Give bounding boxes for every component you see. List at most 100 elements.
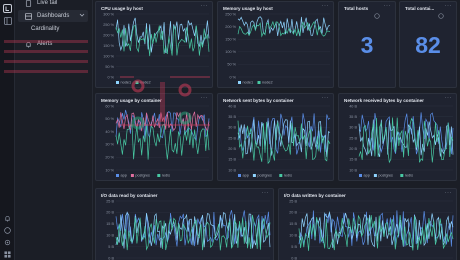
legend-label[interactable]: app [243,174,249,178]
y-tick-label: 20 B [106,211,114,215]
sidebar-item-alerts[interactable]: Alerts [18,38,88,50]
y-tick-label: 15 B [349,158,357,162]
refresh-icon[interactable] [374,6,380,24]
refresh-icon[interactable] [438,6,444,24]
series-line [115,25,210,57]
panel-menu-button[interactable]: ··· [445,3,453,9]
legend-label[interactable]: postgres [257,174,272,178]
y-tick-label: 10 B [228,168,236,172]
y-tick-label: 10 % [105,168,114,172]
y-tick-label: 5 B [291,245,297,249]
y-tick-label: 35 B [349,115,357,119]
sidebar-item-label: Live tail [37,0,58,6]
y-tick-label: 150 % [225,38,236,42]
file-icon [24,0,32,7]
legend-swatch [359,174,362,177]
y-tick-label: 20 B [228,147,236,151]
io-read-chart: 25 B 20 B 15 B 10 B 5 B 0 B [106,199,271,260]
y-tick-label: 5 B [108,245,114,249]
y-tick-label: 10 B [289,234,297,238]
sidebar-item-live-tail[interactable]: Live tail [18,0,88,9]
icon-rail [0,0,15,260]
chevron-down-icon[interactable] [79,12,85,20]
y-tick-label: 250 % [103,23,114,27]
y-tick-label: 50 % [105,65,114,69]
legend-label[interactable]: app [364,174,370,178]
y-tick-label: 20 B [289,211,297,215]
total-containers-panel: Total contai... ··· 82 [399,1,457,88]
io-written-chart: 25 B 20 B 15 B 10 B 5 B 0 B [289,199,454,260]
legend-swatch [135,81,139,84]
dashboard-grid: CPU usage by host ··· 300 % 250 % 200 % 150… [93,0,460,260]
legend-swatch [279,174,283,177]
legend-swatch [157,174,161,177]
y-tick-label: 50 % [227,63,236,67]
network-sent-panel: Network sent bytes by container ··· 40 B… [217,93,334,181]
y-tick-label: 40 % [105,130,114,134]
y-tick-label: 0 % [107,75,114,79]
total-containers-value: 82 [415,32,441,58]
legend-swatch [130,174,134,177]
y-tick-label: 30 % [105,143,114,147]
grid-icon[interactable] [2,249,13,260]
legend-label[interactable]: node1 [121,81,132,85]
y-tick-label: 25 B [106,199,114,203]
y-tick-label: 100 % [225,50,236,54]
network-received-panel: Network received bytes by container ··· … [338,93,457,181]
dashboard-icon [24,12,32,20]
settings-icon[interactable] [2,237,13,248]
y-tick-label: 50 % [105,117,114,121]
legend-label[interactable]: redis [162,174,170,178]
cpu-usage-chart: 300 % 250 % 200 % 150 % 100 % 50 % 0 % node1 nod… [103,12,210,85]
panel-toggle-icon[interactable] [2,15,13,26]
y-tick-label: 30 B [349,126,357,130]
legend-swatch [257,81,261,84]
sidebar-item-label: Dashboards [37,13,70,19]
y-tick-label: 300 % [103,12,114,16]
legend-label[interactable]: node1 [243,81,254,85]
legend-swatch [116,81,119,84]
y-tick-label: 100 % [103,54,114,58]
legend-label[interactable]: app [121,174,127,178]
legend-swatch [238,174,241,177]
y-tick-label: 15 B [106,222,114,226]
legend-label[interactable]: postgres [135,174,150,178]
panel-title: Total contai... [405,6,435,11]
series-line [298,211,454,248]
legend-label[interactable]: node2 [262,81,273,85]
sidebar-item-cardinality[interactable]: Cardinality [18,23,88,35]
legend-label[interactable]: redis [405,174,413,178]
sidebar-item-dashboards[interactable]: Dashboards [18,10,88,22]
legend-swatch [116,174,119,177]
legend-label[interactable]: redis [284,174,292,178]
y-tick-label: 15 B [228,158,236,162]
y-tick-label: 25 B [289,199,297,203]
logo-icon[interactable] [2,3,13,14]
y-tick-label: 25 B [349,136,357,140]
y-tick-label: 20 % [105,156,114,160]
y-tick-label: 200 % [103,33,114,37]
legend-swatch [252,174,256,177]
panel-menu-button[interactable]: ··· [384,3,392,9]
bell-icon[interactable] [2,213,13,224]
legend-label[interactable]: node2 [140,81,151,85]
legend-swatch [238,81,241,84]
legend-swatch [400,174,404,177]
io-read-panel: I/O data read by container ··· 25 B 20 B1… [95,188,274,260]
help-icon[interactable] [2,225,13,236]
memory-container-chart: 60 % 50 % 40 % 30 % 20 % 10 % app postgres redis [105,104,210,178]
y-tick-label: 40 B [228,104,236,108]
cpu-usage-panel: CPU usage by host ··· 300 % 250 % 200 % 150… [95,1,213,88]
y-tick-label: 20 B [349,147,357,151]
series-line [115,111,210,133]
sidebar-item-label: Cardinality [31,26,60,32]
y-tick-label: 35 B [228,115,236,119]
y-tick-label: 0 % [229,75,236,79]
legend-label[interactable]: postgres [378,174,393,178]
y-tick-label: 200 % [225,25,236,29]
sidebar: Live tail Dashboards Cardinality Alerts [15,0,93,260]
y-tick-label: 40 B [349,104,357,108]
legend-swatch [373,174,377,177]
memory-host-panel: Memory usage by host ··· 250 % 200 % 150 %… [217,1,334,88]
memory-container-panel: Memory usage by container ··· 60 % 50 % 40… [95,93,213,181]
